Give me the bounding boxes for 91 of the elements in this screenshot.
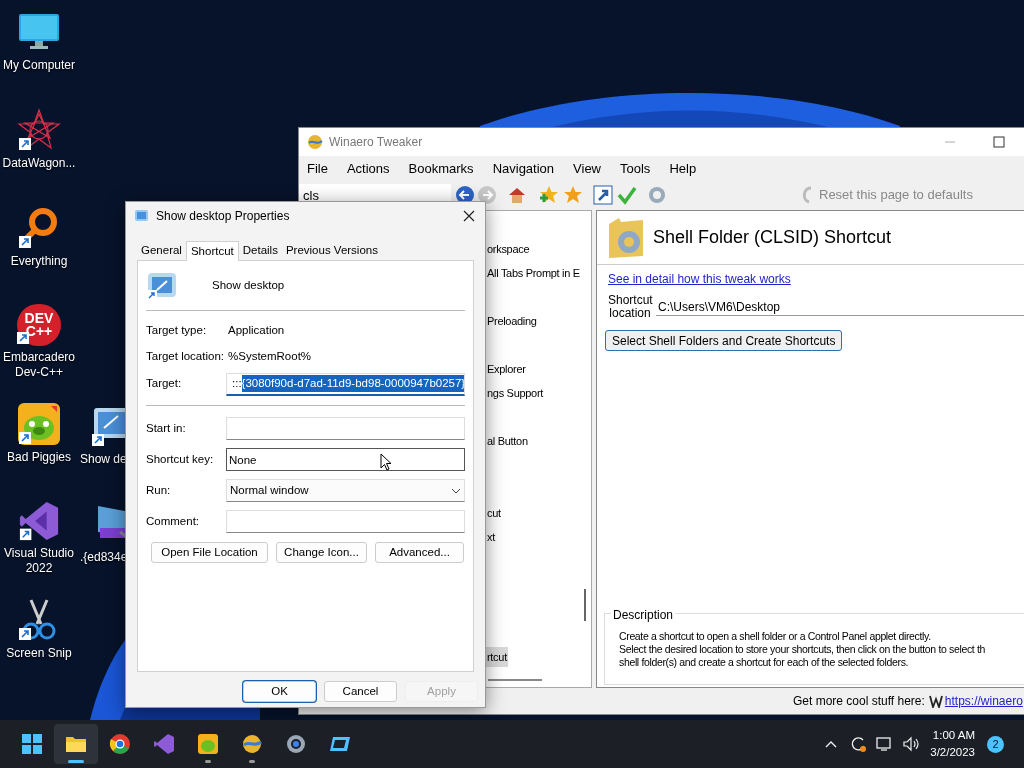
field-label: Comment:: [146, 513, 201, 529]
icon-label: My Computer: [3, 58, 75, 73]
settings-icon: [285, 733, 307, 755]
scrollbar-thumb[interactable]: [584, 589, 586, 621]
menu-item[interactable]: Tools: [620, 159, 651, 179]
chrome-icon: [109, 733, 131, 755]
visual-studio-icon[interactable]: [17, 500, 61, 542]
clock-date: 3/2/2023: [930, 745, 975, 760]
icon-label: Screen Snip: [6, 646, 72, 661]
action-button[interactable]: Change Icon...: [276, 542, 367, 563]
field-label: Shortcut key:: [146, 451, 215, 467]
tree-item[interactable]: cut: [486, 503, 502, 523]
icon-label: Bad Piggies: [6, 450, 71, 465]
icon-label: Visual Studio 2022: [3, 546, 75, 576]
forward-icon[interactable]: [477, 185, 497, 205]
pig-icon[interactable]: [17, 402, 61, 446]
desktop-shortcut-icon: [134, 208, 150, 224]
description-text: Create a shortcut to open a shell folder or a Control Panel applet directly. Select the desired location to store your shortcuts, then click on the button to select th shell folder(s) and create a shortcut for each of the selected folders.: [619, 630, 985, 669]
tree-item[interactable]: orkspace: [486, 239, 531, 259]
menu-item[interactable]: Bookmarks: [408, 159, 474, 179]
icon-text: DEV: [24, 312, 54, 325]
field-value: %SystemRoot%: [228, 349, 312, 365]
shortcut-name: Show desktop: [212, 277, 285, 293]
tab[interactable]: Previous Versions: [281, 242, 382, 260]
tree-item[interactable]: rtcut: [486, 647, 508, 667]
taskbar-button[interactable]: [54, 724, 98, 764]
sync-icon[interactable]: [849, 735, 868, 753]
folder-gear-icon: [607, 215, 645, 260]
tree-item[interactable]: All Tabs Prompt in E: [486, 263, 581, 283]
dialog-button[interactable]: Cancel: [324, 681, 397, 702]
clock[interactable]: 1:00 AM 3/2/2023: [930, 727, 975, 761]
icon-label: Embarcadero Dev-C++: [1, 350, 76, 380]
field-label: Target location:: [146, 349, 225, 365]
dialog-button[interactable]: OK: [243, 681, 316, 702]
icon-label: .{ed834e: [80, 550, 128, 565]
tree-item[interactable]: Preloading: [486, 311, 538, 331]
field-label: Target:: [146, 376, 183, 392]
tree-item[interactable]: ngs Support: [486, 383, 545, 403]
chevron-down-icon: [451, 487, 461, 494]
action-button[interactable]: Open File Location: [151, 542, 268, 563]
star-icon[interactable]: [563, 185, 583, 205]
shortcut-icon[interactable]: [593, 185, 613, 205]
star-pattern-icon[interactable]: [17, 108, 61, 152]
run-dropdown[interactable]: Normal window: [226, 479, 465, 502]
globe-icon: [307, 134, 323, 150]
window-title: Winaero Tweaker: [329, 134, 423, 151]
dialog-title: Show desktop Properties: [156, 208, 290, 225]
chevron-up-icon[interactable]: [825, 740, 838, 748]
location-field[interactable]: C:\Users\VM6\Desktop: [656, 298, 1024, 316]
volume-icon[interactable]: [902, 736, 921, 752]
tab[interactable]: Shortcut: [185, 241, 239, 261]
tree-item[interactable]: Explorer: [486, 359, 527, 379]
check-icon[interactable]: [617, 185, 637, 205]
menu-item[interactable]: File: [307, 159, 328, 179]
clock-time: 1:00 AM: [932, 728, 975, 743]
scrollbar-thumb[interactable]: [488, 679, 542, 681]
pig-icon: [197, 733, 219, 755]
visual-studio-icon: [153, 733, 175, 755]
field-label: Target type:: [146, 323, 208, 339]
icon-label: DataWagon...: [2, 156, 76, 171]
action-button[interactable]: Advanced...: [375, 542, 464, 563]
field-label: Shortcut location: [608, 294, 652, 320]
field-label: Start in:: [146, 420, 187, 436]
menu-item[interactable]: Help: [669, 159, 697, 179]
globe-icon: [241, 733, 263, 755]
field-label: Run:: [146, 482, 172, 498]
add-bookmark-icon[interactable]: [539, 185, 559, 205]
input-field[interactable]: None: [226, 448, 465, 471]
maximize-icon[interactable]: [993, 136, 1005, 148]
create-shortcuts-button[interactable]: Select Shell Folders and Create Shortcuts: [605, 330, 843, 351]
tab[interactable]: Details: [238, 242, 282, 260]
status-text: Get more cool stuff here:: [793, 693, 925, 710]
menu-item[interactable]: View: [573, 159, 601, 179]
tab[interactable]: General: [137, 242, 186, 260]
start-icon: [21, 733, 43, 755]
input-field[interactable]: [226, 510, 465, 533]
tree-item[interactable]: xt: [486, 527, 496, 547]
close-icon[interactable]: [463, 210, 475, 222]
website-link[interactable]: https://winaero: [944, 692, 1023, 710]
tree-item[interactable]: al Button: [486, 431, 529, 451]
w-logo-icon: [928, 694, 943, 708]
menu-item[interactable]: Actions: [346, 159, 390, 179]
input-field[interactable]: [226, 417, 465, 440]
help-link[interactable]: See in detail how this tweak works: [608, 270, 791, 288]
notification-badge[interactable]: 2: [987, 735, 1004, 753]
menu-item[interactable]: Navigation: [492, 159, 555, 179]
icon-label: Everything: [10, 254, 68, 269]
home-icon[interactable]: [507, 185, 527, 205]
page-title: Shell Folder (CLSID) Shortcut: [653, 226, 892, 249]
field-value: Application: [228, 323, 285, 339]
cursor-icon: [380, 453, 392, 471]
